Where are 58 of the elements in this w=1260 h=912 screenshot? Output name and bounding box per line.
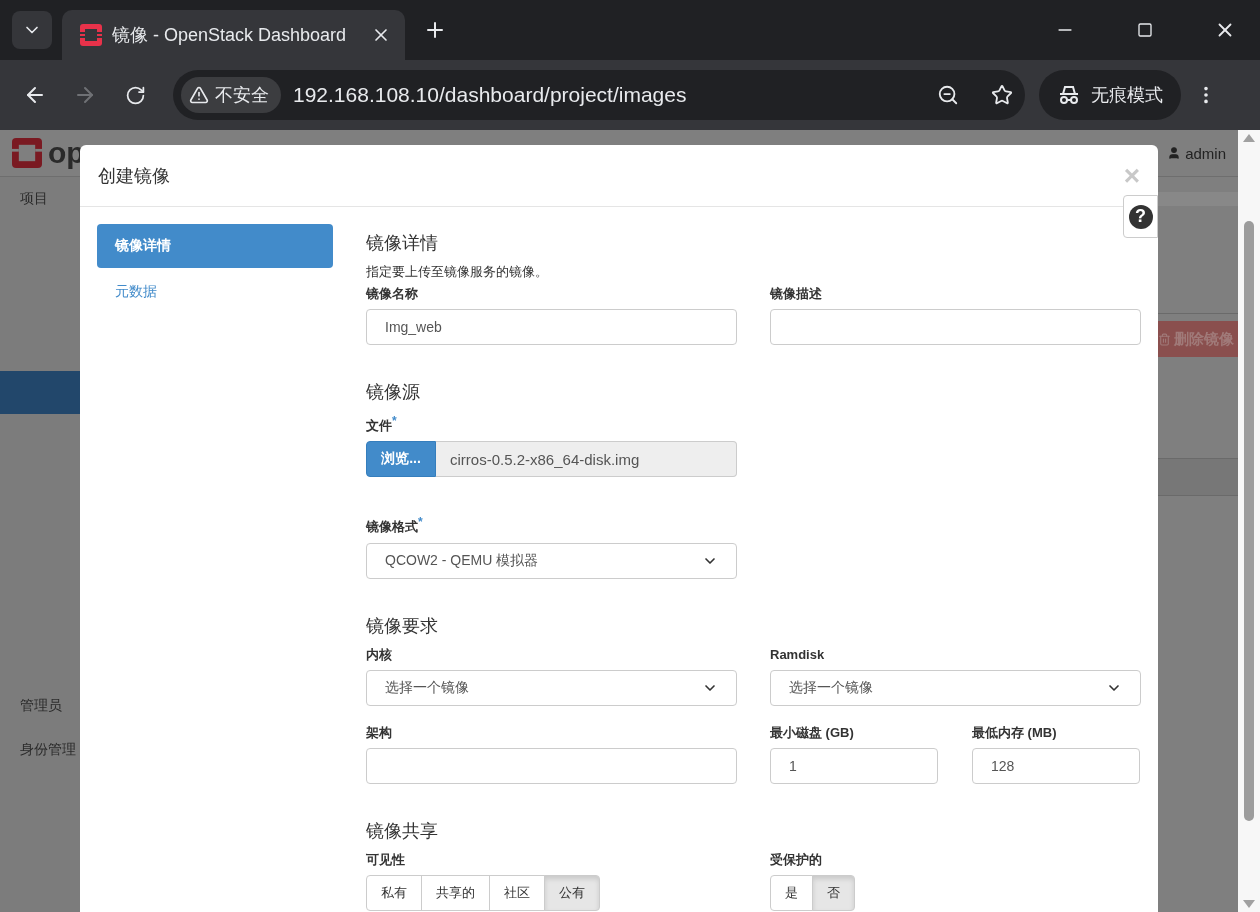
- toggle-option[interactable]: 公有: [544, 874, 600, 911]
- field-label: 内核: [366, 645, 393, 664]
- select-field[interactable]: 选择一个镜像: [366, 669, 737, 706]
- wizard-step[interactable]: 镜像详情: [97, 224, 333, 268]
- field-label: Ramdisk: [770, 645, 826, 664]
- browser-tab[interactable]: 镜像 - OpenStack Dashboard: [62, 10, 405, 60]
- sidebar-item[interactable]: 身份管理: [0, 728, 80, 772]
- warning-icon: [189, 85, 209, 105]
- scroll-thumb[interactable]: [1244, 221, 1254, 821]
- zoom-icon[interactable]: [937, 84, 959, 106]
- section-heading: 镜像要求: [366, 614, 439, 638]
- select-field[interactable]: QCOW2 - QEMU 模拟器: [366, 542, 737, 579]
- openstack-logo-icon: [12, 138, 42, 168]
- input-field[interactable]: [366, 747, 737, 784]
- browse-button[interactable]: 浏览...: [366, 441, 436, 478]
- dialog-title: 创建镜像: [98, 164, 171, 188]
- toggle-option[interactable]: 社区: [489, 874, 545, 911]
- openstack-logo-icon: [80, 24, 102, 46]
- user-menu[interactable]: admin: [1167, 144, 1226, 162]
- field-label: 最小磁盘 (GB): [770, 723, 855, 742]
- field-label: 架构: [366, 723, 393, 742]
- security-chip[interactable]: 不安全: [181, 77, 281, 113]
- field-label: 可见性: [366, 850, 406, 869]
- input-field[interactable]: 1: [770, 747, 938, 784]
- field-label: 镜像描述: [770, 285, 823, 303]
- file-name-field[interactable]: cirros-0.5.2-x86_64-disk.img: [436, 441, 737, 478]
- wizard-step[interactable]: 元数据: [97, 270, 333, 314]
- bookmark-star-icon[interactable]: [991, 84, 1013, 106]
- input-field[interactable]: 128: [972, 747, 1140, 784]
- security-label: 不安全: [215, 84, 269, 107]
- incognito-icon: [1057, 85, 1081, 105]
- field-label: 最低内存 (MB): [972, 723, 1058, 742]
- tab-list-button[interactable]: [12, 11, 52, 49]
- required-mark: *: [392, 414, 397, 428]
- required-mark: *: [418, 515, 423, 530]
- help-button[interactable]: ?: [1123, 195, 1158, 238]
- section-description: 指定要上传至镜像服务的镜像。: [366, 263, 549, 281]
- input-field[interactable]: [770, 309, 1141, 345]
- profile-button[interactable]: 无痕模式: [1039, 70, 1181, 120]
- toggle-option[interactable]: 私有: [366, 874, 422, 911]
- scroll-down-icon[interactable]: [1243, 900, 1255, 908]
- toggle-option[interactable]: 是: [770, 874, 813, 911]
- scrollbar[interactable]: [1238, 130, 1260, 912]
- trash-icon: [1158, 332, 1171, 346]
- scroll-up-icon[interactable]: [1243, 134, 1255, 142]
- section-heading: 镜像详情: [366, 232, 439, 255]
- input-field[interactable]: Img_web: [366, 309, 737, 345]
- toggle-option[interactable]: 共享的: [421, 874, 490, 911]
- sidebar-item[interactable]: 管理员: [0, 684, 80, 728]
- field-label: 受保护的: [770, 850, 823, 869]
- url-field[interactable]: 192.168.108.10/dashboard/project/images: [293, 83, 925, 107]
- select-field[interactable]: 选择一个镜像: [770, 669, 1141, 706]
- section-heading: 镜像共享: [366, 819, 439, 843]
- field-label: 镜像名称: [366, 285, 419, 303]
- user-icon: [1167, 146, 1182, 160]
- sidebar-item[interactable]: 项目: [0, 177, 80, 221]
- toggle-option[interactable]: 否: [812, 874, 855, 911]
- section-heading: 镜像源: [366, 381, 421, 404]
